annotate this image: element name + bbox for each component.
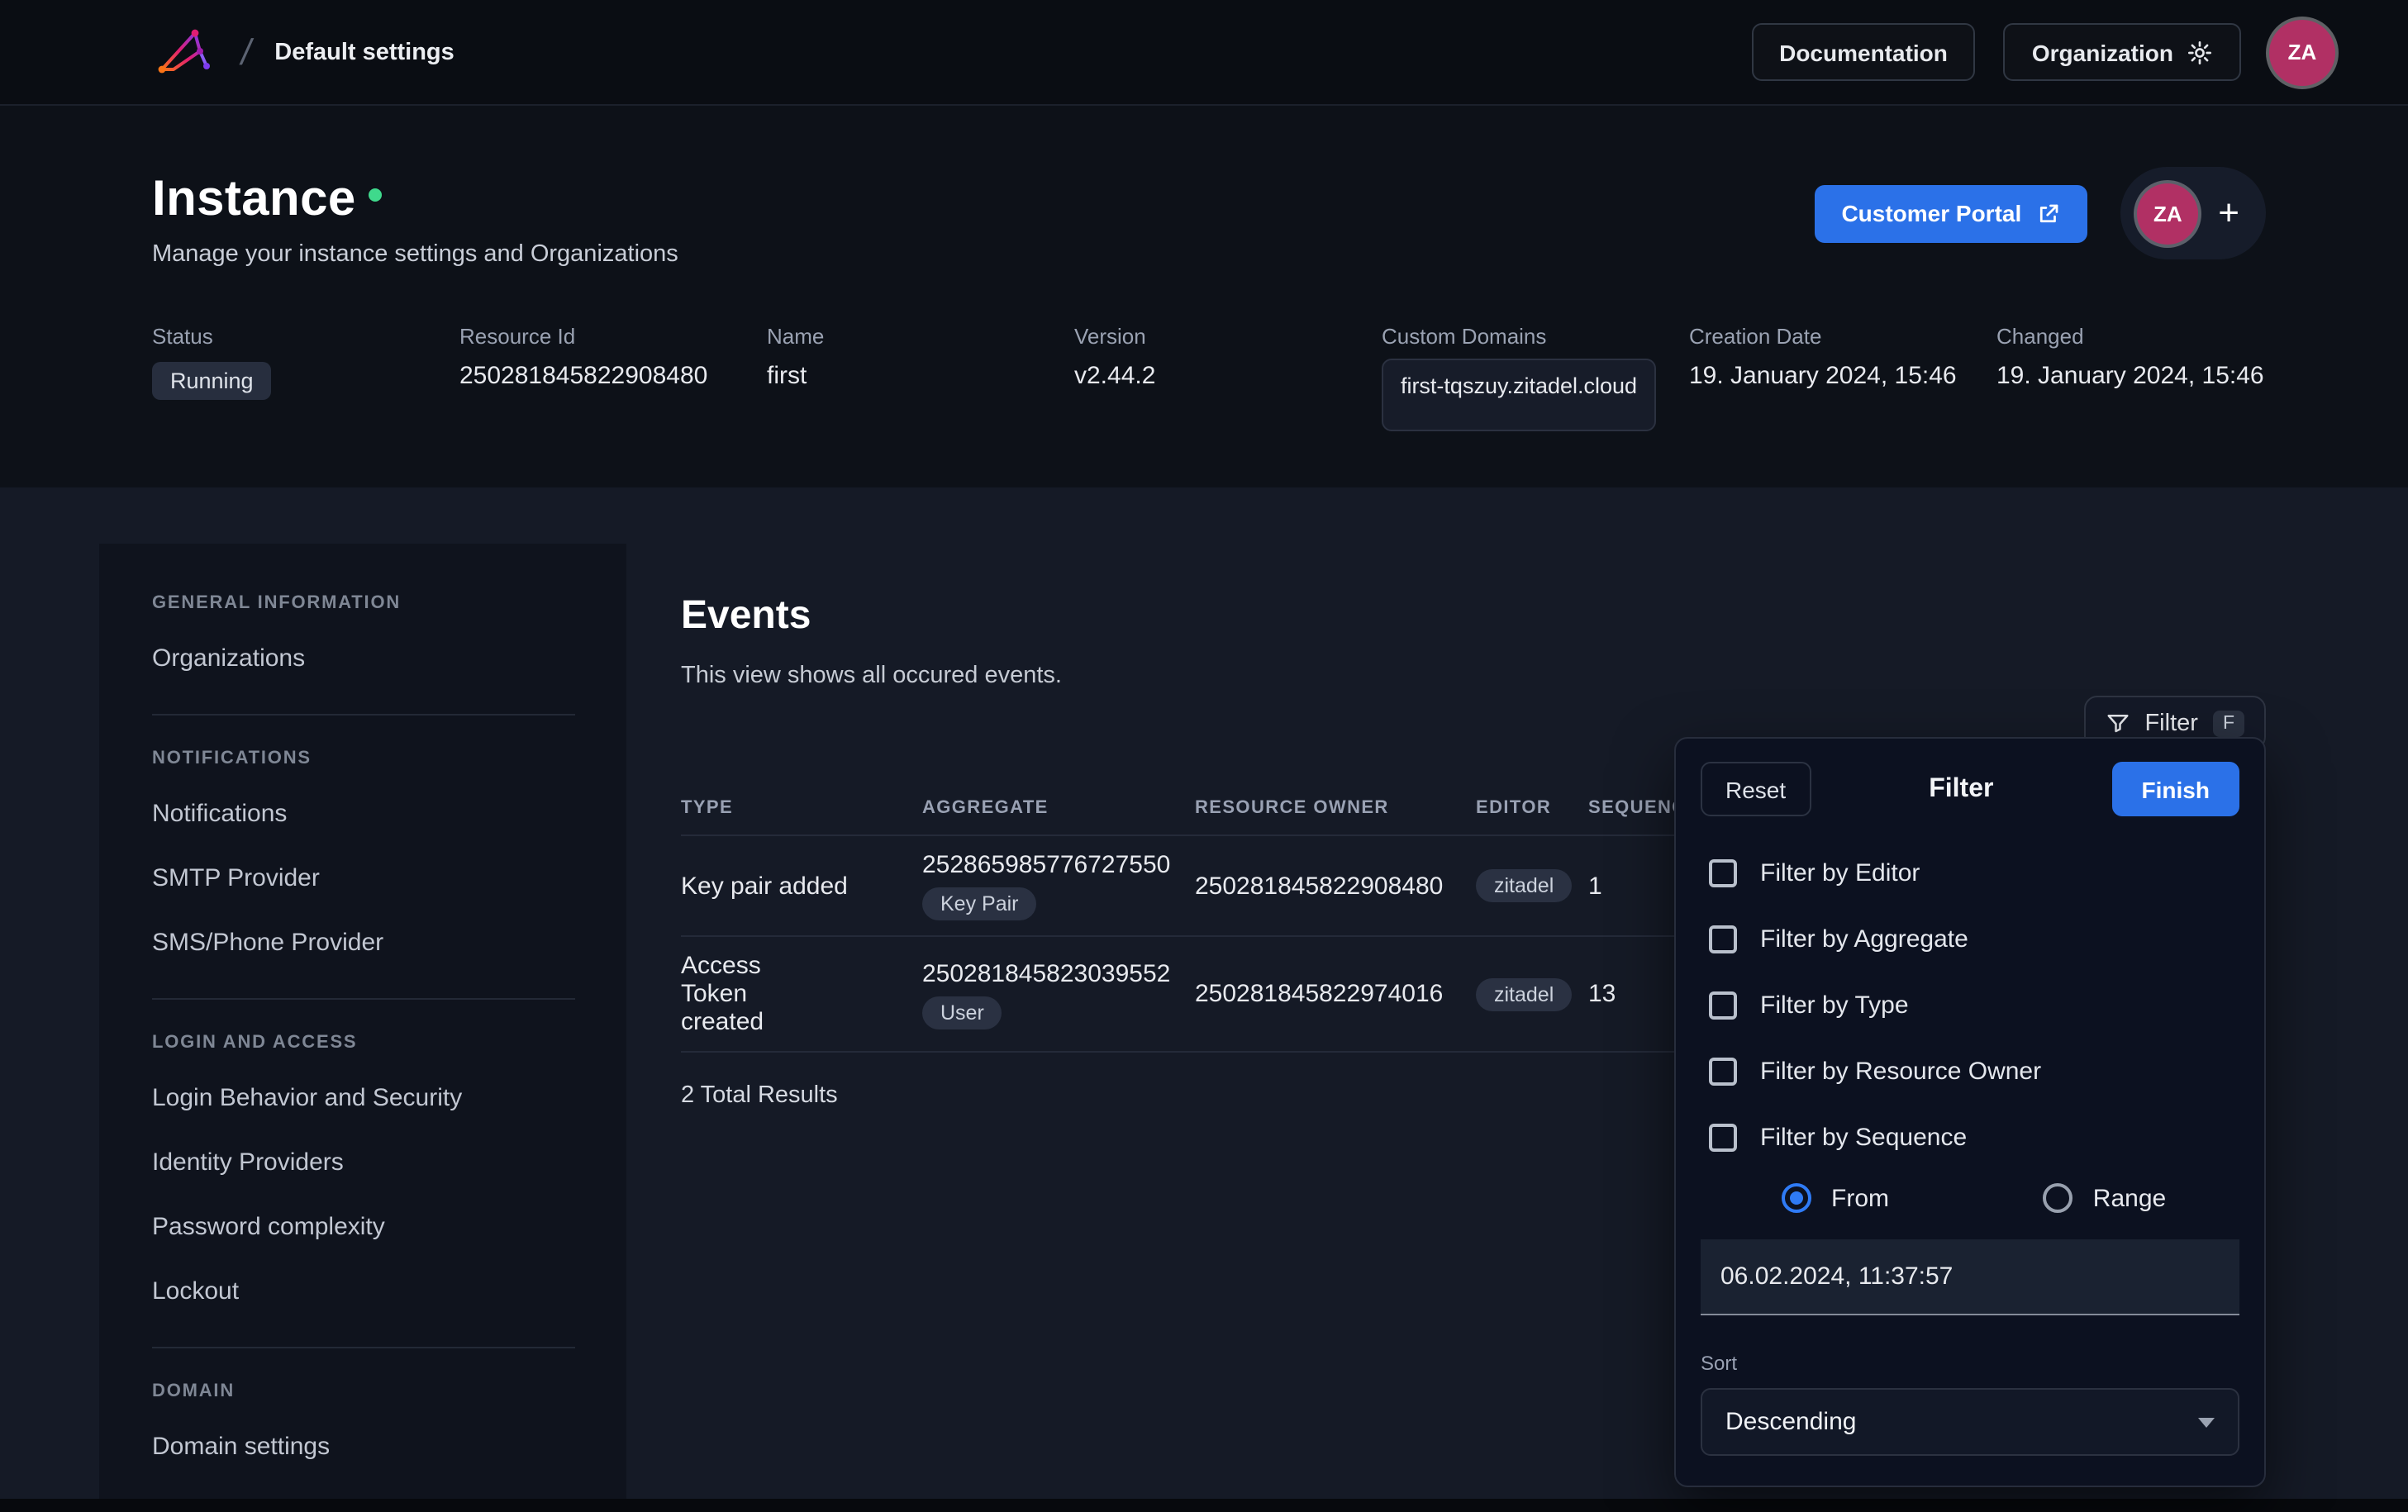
version-value: v2.44.2	[1074, 362, 1382, 390]
filter-by-type-checkbox[interactable]: Filter by Type	[1701, 972, 2239, 1038]
customer-portal-button[interactable]: Customer Portal	[1815, 184, 2087, 242]
sidebar-item-organizations[interactable]: Organizations	[152, 626, 575, 691]
sort-select[interactable]: Descending	[1701, 1388, 2239, 1456]
checkbox-icon	[1709, 925, 1737, 953]
topbar: / Default settings Documentation Organiz…	[0, 0, 2408, 106]
sidebar-item-lockout[interactable]: Lockout	[152, 1259, 575, 1324]
aggregate-type-chip: User	[922, 996, 1002, 1029]
sidebar-item-password-complexity[interactable]: Password complexity	[152, 1195, 575, 1259]
events-description: This view shows all occured events.	[681, 663, 2408, 689]
member-avatar[interactable]: ZA	[2137, 183, 2198, 244]
resource-owner: 250281845822908480	[1195, 872, 1476, 900]
finish-button[interactable]: Finish	[2112, 762, 2239, 816]
divider	[152, 1347, 575, 1348]
sidebar-item-identity-providers[interactable]: Identity Providers	[152, 1130, 575, 1195]
checkbox-icon	[1709, 858, 1737, 887]
custom-domain-box[interactable]: first-tqszuy.zitadel.cloud	[1382, 359, 1656, 431]
name-value: first	[767, 362, 1074, 390]
divider	[152, 714, 575, 716]
sort-label: Sort	[1701, 1352, 2239, 1375]
sidebar-item-domain-settings[interactable]: Domain settings	[152, 1415, 575, 1479]
sidebar-section-domain: Domain	[152, 1381, 575, 1401]
column-header-type: Type	[681, 798, 922, 818]
instance-members: ZA +	[2120, 167, 2266, 259]
instance-meta: Status Running Resource Id 2502818458229…	[152, 324, 2408, 431]
column-header-aggregate: Aggregate	[922, 798, 1195, 818]
user-avatar[interactable]: ZA	[2269, 19, 2335, 85]
creation-date-value: 19. January 2024, 15:46	[1689, 362, 1996, 390]
funnel-icon	[2105, 711, 2130, 735]
editor-chip: zitadel	[1476, 977, 1572, 1010]
external-link-icon	[2036, 201, 2061, 226]
page-title: Instance	[152, 172, 356, 228]
filter-by-editor-checkbox[interactable]: Filter by Editor	[1701, 839, 2239, 906]
status-badge: Running	[152, 362, 272, 400]
instance-hero: Instance Manage your instance settings a…	[0, 106, 2408, 487]
aggregate-type-chip: Key Pair	[922, 887, 1037, 920]
filter-panel-title: Filter	[1929, 774, 1993, 804]
from-radio[interactable]: From	[1701, 1183, 1970, 1213]
add-member-button[interactable]: +	[2218, 195, 2239, 231]
app-window: / Default settings Documentation Organiz…	[0, 0, 2408, 1512]
zitadel-logo[interactable]	[152, 26, 218, 78]
divider	[152, 998, 575, 1000]
filter-by-resource-owner-checkbox[interactable]: Filter by Resource Owner	[1701, 1038, 2239, 1104]
event-type: Access Token created	[681, 952, 922, 1036]
meta-label: Changed	[1996, 324, 2304, 349]
sidebar-item-sms-phone-provider[interactable]: SMS/Phone Provider	[152, 911, 575, 975]
breadcrumb-separator: /	[237, 31, 255, 74]
meta-label: Resource Id	[459, 324, 767, 349]
chevron-down-icon	[2198, 1417, 2215, 1427]
gear-icon	[2187, 39, 2213, 65]
reset-button[interactable]: Reset	[1701, 762, 1811, 816]
settings-sidebar: General Information Organizations Notifi…	[99, 544, 626, 1512]
keyboard-shortcut-badge: F	[2213, 710, 2244, 736]
meta-label: Version	[1074, 324, 1382, 349]
status-dot	[369, 188, 383, 202]
changed-date-value: 19. January 2024, 15:46	[1996, 362, 2304, 390]
bottom-strip	[0, 1499, 2408, 1512]
checkbox-icon	[1709, 1123, 1737, 1151]
sidebar-item-login-behavior[interactable]: Login Behavior and Security	[152, 1066, 575, 1130]
filter-by-aggregate-checkbox[interactable]: Filter by Aggregate	[1701, 906, 2239, 972]
aggregate-id: 252865985776727550	[922, 851, 1170, 879]
checkbox-icon	[1709, 991, 1737, 1019]
editor-chip: zitadel	[1476, 869, 1572, 902]
sidebar-item-smtp-provider[interactable]: SMTP Provider	[152, 846, 575, 911]
resource-id-value: 250281845822908480	[459, 362, 767, 390]
aggregate-id: 250281845823039552	[922, 959, 1170, 987]
meta-label: Status	[152, 324, 459, 349]
meta-label: Name	[767, 324, 1074, 349]
filter-by-sequence-checkbox[interactable]: Filter by Sequence	[1701, 1104, 2239, 1170]
events-title: Events	[681, 593, 2408, 640]
checkbox-icon	[1709, 1057, 1737, 1085]
meta-label: Custom Domains	[1382, 324, 1689, 349]
documentation-button[interactable]: Documentation	[1751, 23, 1976, 81]
resource-owner: 250281845822974016	[1195, 980, 1476, 1008]
breadcrumb: Default settings	[274, 39, 454, 65]
event-type: Key pair added	[681, 872, 922, 900]
organization-button[interactable]: Organization	[2004, 23, 2241, 81]
radio-icon	[1782, 1183, 1811, 1213]
sidebar-section-general: General Information	[152, 593, 575, 613]
meta-label: Creation Date	[1689, 324, 1996, 349]
column-header-editor: Editor	[1476, 798, 1588, 818]
column-header-resource-owner: Resource Owner	[1195, 798, 1476, 818]
range-radio[interactable]: Range	[1970, 1183, 2239, 1213]
datetime-input[interactable]: 06.02.2024, 11:37:57	[1701, 1239, 2239, 1315]
sidebar-item-notifications[interactable]: Notifications	[152, 782, 575, 846]
sidebar-section-notifications: Notifications	[152, 749, 575, 768]
filter-panel: Reset Filter Finish Filter by Editor Fil…	[1674, 737, 2266, 1487]
radio-icon	[2044, 1183, 2073, 1213]
sidebar-section-login-access: Login and Access	[152, 1033, 575, 1053]
